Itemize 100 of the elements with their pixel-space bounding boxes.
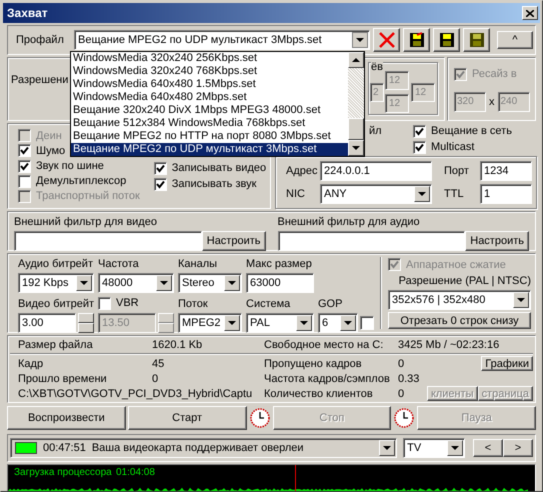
channels-dropdown[interactable]: Stereo: [178, 273, 242, 293]
spin-buttons[interactable]: [78, 313, 94, 333]
close-icon: [526, 10, 534, 16]
profile-option[interactable]: WindowsMedia 640x480 2Mbps.set: [71, 91, 348, 104]
ttl-label: TTL: [444, 188, 465, 200]
window-title: Захват: [7, 6, 48, 20]
action-button[interactable]: Старт: [128, 406, 246, 430]
profile-option[interactable]: WindowsMedia 320x240 768Kbps.set: [71, 65, 348, 78]
stat-value: 0.33: [398, 372, 420, 384]
status-dropdown[interactable]: 00:47:51 Ваша видеокарта поддерживает оверлеи: [10, 438, 398, 458]
checkbox[interactable]: Шумо: [18, 143, 66, 158]
next-button[interactable]: >: [503, 439, 533, 457]
channels-label: Каналы: [178, 257, 218, 271]
nic-label: NIC: [286, 188, 306, 200]
scrollbar[interactable]: [348, 52, 364, 156]
stat-value: 3425 Mb / ~02:23:16: [398, 339, 500, 351]
stat-button[interactable]: Графики: [481, 356, 533, 371]
checkmark-icon: [390, 260, 399, 269]
stat-label: Частота кадров/сэмплов: [264, 372, 391, 384]
stat-value: 0: [398, 358, 404, 370]
crop-button[interactable]: Отрезать 0 строк снизу: [388, 312, 531, 329]
cpu-load-label: Загрузка процессора: [14, 467, 112, 478]
max-size-label: Макс размер: [246, 257, 313, 271]
status-message: Ваша видеокарта поддерживает оверлеи: [92, 441, 304, 456]
gop-dropdown[interactable]: 6: [318, 313, 358, 333]
previous-button[interactable]: <: [473, 439, 503, 457]
frequency-dropdown[interactable]: 48000: [98, 273, 174, 293]
system-label: Система: [246, 297, 292, 311]
cross-icon: [376, 31, 396, 49]
ttl-field[interactable]: 1: [480, 184, 532, 204]
checkbox[interactable]: Записывать видео: [154, 160, 266, 176]
load-button[interactable]: [433, 28, 460, 52]
audio-bitrate-dropdown[interactable]: 192 Kbps: [18, 273, 94, 293]
video-bitrate-label: Видео битрейт: [18, 297, 94, 311]
stat-label: Свободное место на C:: [264, 339, 384, 351]
status-indicator: [15, 442, 37, 454]
profile-dropdown[interactable]: Вещание MPEG2 по UDP мультикаст 3Mbps.set: [74, 30, 370, 50]
address-field[interactable]: 224.0.0.1: [320, 161, 432, 181]
video-bitrate-field[interactable]: 3.00: [18, 313, 76, 333]
checkbox[interactable]: Демультиплексор: [18, 174, 126, 189]
save-button[interactable]: [463, 28, 490, 52]
filter-field[interactable]: [14, 231, 202, 251]
stat-value: 0: [398, 388, 404, 400]
port-field[interactable]: 1234: [480, 161, 532, 181]
stat-label: C:\XBT\GOTV\GOTV_PCI_DVD3_Hybrid\Captu: [18, 388, 254, 400]
floppy-icon: [468, 32, 484, 48]
stat-label: Кадр: [18, 358, 44, 370]
collapse-button[interactable]: ^: [497, 31, 533, 49]
audio-bitrate-label: Аудио битрейт: [18, 257, 94, 271]
checkbox[interactable]: Звук по шине: [18, 158, 104, 174]
profile-option[interactable]: Вещание MPEG2 по UDP мультикаст 3Mbps.set: [71, 143, 348, 156]
system-dropdown[interactable]: PAL: [246, 313, 314, 333]
stat-label: Количество клиентов: [264, 388, 374, 400]
stat-value: 1620.1 Kb: [152, 339, 204, 351]
status-time: 00:47:51: [43, 441, 86, 456]
port-label: Порт: [444, 165, 470, 177]
resolution-label: Разрешени: [11, 74, 68, 88]
checkbox[interactable]: [360, 316, 374, 330]
filter-field[interactable]: [278, 231, 466, 251]
group-title: ёв: [371, 61, 383, 73]
profile-option[interactable]: Вещание 320x240 DivX 1Mbps MPEG3 48000.set: [71, 104, 348, 117]
floppy-icon: [408, 32, 424, 48]
cpu-time: 01:04:08: [116, 467, 155, 478]
tv-resolution-dropdown[interactable]: 352x576 | 352x480: [388, 290, 531, 310]
time-marker: [295, 465, 296, 491]
configure-button[interactable]: Настроить: [202, 231, 266, 251]
stream-dropdown[interactable]: MPEG2: [178, 313, 242, 333]
times-label: x: [489, 96, 494, 108]
stat-label: Размер файла: [18, 339, 94, 351]
stream-label: Поток: [178, 297, 209, 311]
checkmark-icon: [456, 70, 465, 78]
tv-resolution-label: Разрешение (PAL | NTSC): [398, 274, 531, 288]
delete-button[interactable]: [373, 28, 400, 52]
file-label: йл: [369, 124, 383, 138]
checkbox[interactable]: Multicast: [413, 139, 474, 155]
checkbox[interactable]: VBR: [98, 295, 174, 311]
stat-label: Пропущено кадров: [264, 358, 363, 370]
stat-value: 45: [152, 358, 166, 370]
profile-option[interactable]: Вещание 512x384 WindowsMedia 768kbps.set: [71, 117, 348, 130]
profile-option[interactable]: WindowsMedia 640x480 1.5Mbps.set: [71, 78, 348, 91]
nic-dropdown[interactable]: ANY: [320, 184, 432, 204]
floppy-icon: [438, 32, 454, 48]
checkbox[interactable]: Записывать звук: [154, 176, 256, 192]
max-size-field[interactable]: 63000: [246, 273, 314, 293]
profile-option[interactable]: Вещание MPEG2 по HTTP на порт 8080 3Mbps.set: [71, 130, 348, 143]
address-label: Адрес: [286, 165, 316, 177]
save-as-button[interactable]: [403, 28, 430, 52]
source-dropdown[interactable]: TV: [403, 438, 465, 458]
filter-label: Внешний фильтр для аудио: [278, 215, 421, 229]
action-button[interactable]: Воспроизвести: [7, 406, 126, 430]
profile-option[interactable]: WindowsMedia 320x240 256Kbps.set: [71, 52, 348, 65]
frequency-label: Частота: [98, 257, 140, 271]
close-button[interactable]: [522, 6, 538, 20]
configure-button[interactable]: Настроить: [465, 231, 529, 251]
checkbox[interactable]: Вещание в сеть: [413, 123, 512, 139]
profile-label: Профайл: [16, 34, 65, 46]
stat-label: Прошло времени: [18, 372, 108, 384]
stat-value: 0: [152, 372, 160, 384]
filter-label: Внешний фильтр для видео: [14, 215, 158, 229]
gop-label: GOP: [318, 297, 344, 311]
